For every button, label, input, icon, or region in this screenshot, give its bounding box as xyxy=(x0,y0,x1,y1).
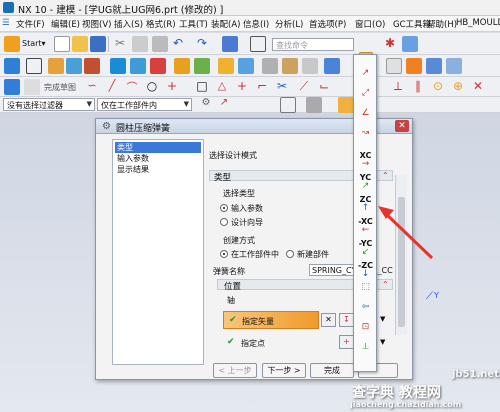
watermark-url: jiaocheng.chazidian.com xyxy=(350,400,462,409)
watermark-tutorial: 查字典 教程网 xyxy=(352,385,441,401)
annotation-arrow xyxy=(378,206,434,260)
watermark-site: jb51.net xyxy=(452,369,499,380)
